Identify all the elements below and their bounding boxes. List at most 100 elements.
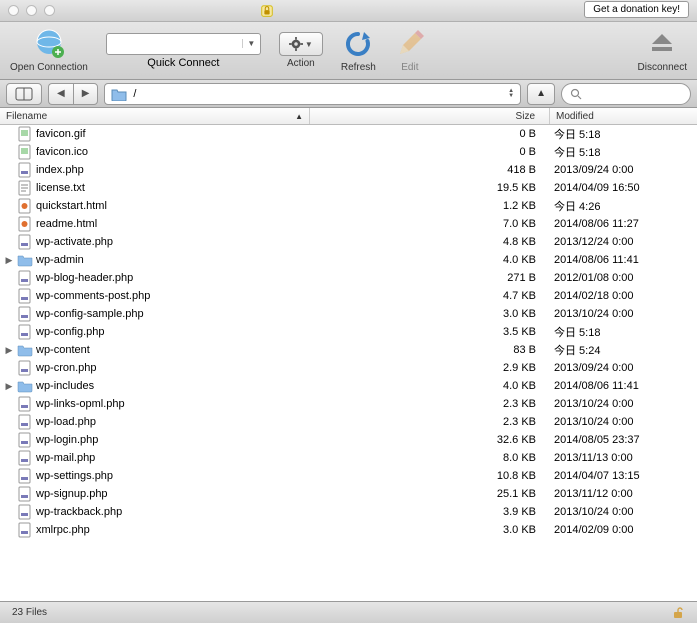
donation-key-button[interactable]: Get a donation key! [584, 1, 689, 18]
traffic-lights [8, 5, 55, 16]
column-header-size[interactable]: Size [310, 108, 550, 124]
file-row[interactable]: wp-activate.php4.8 KB2013/12/24 0:00 [0, 233, 697, 251]
file-name-label: wp-includes [36, 380, 94, 392]
file-modified-label: 2014/08/05 23:37 [550, 434, 697, 446]
quick-connect-dropdown-icon[interactable]: ▼ [242, 39, 260, 48]
file-type-icon [17, 162, 33, 178]
file-row[interactable]: ▶wp-content83 B今日 5:24 [0, 341, 697, 359]
file-size-label: 2.3 KB [310, 416, 550, 428]
file-name-label: wp-content [36, 344, 90, 356]
file-row[interactable]: license.txt19.5 KB2014/04/09 16:50 [0, 179, 697, 197]
file-modified-label: 2013/10/24 0:00 [550, 308, 697, 320]
file-row[interactable]: wp-settings.php10.8 KB2014/04/07 13:15 [0, 467, 697, 485]
file-modified-label: 2014/04/07 13:15 [550, 470, 697, 482]
file-size-label: 0 B [310, 146, 550, 158]
file-type-icon [17, 270, 33, 286]
file-row[interactable]: wp-comments-post.php4.7 KB2014/02/18 0:0… [0, 287, 697, 305]
edit-button[interactable]: Edit [394, 28, 426, 73]
file-modified-label: 2013/10/24 0:00 [550, 416, 697, 428]
minimize-window-button[interactable] [26, 5, 37, 16]
file-row[interactable]: wp-links-opml.php 2.3 KB2013/10/24 0:00 [0, 395, 697, 413]
quick-connect-label: Quick Connect [147, 57, 219, 69]
file-row[interactable]: ▶wp-admin4.0 KB2014/08/06 11:41 [0, 251, 697, 269]
file-size-label: 3.5 KB [310, 326, 550, 338]
file-type-icon [17, 414, 33, 430]
file-modified-label: 2013/10/24 0:00 [550, 398, 697, 410]
file-type-icon [17, 468, 33, 484]
file-name-label: wp-signup.php [36, 488, 108, 500]
file-row[interactable]: xmlrpc.php3.0 KB2014/02/09 0:00 [0, 521, 697, 539]
file-row[interactable]: wp-load.php 2.3 KB2013/10/24 0:00 [0, 413, 697, 431]
pencil-icon [394, 28, 426, 60]
file-row[interactable]: ▶wp-includes4.0 KB2014/08/06 11:41 [0, 377, 697, 395]
file-size-label: 3.0 KB [310, 308, 550, 320]
bookmarks-button[interactable] [6, 83, 42, 105]
quick-connect-group: ▼ Quick Connect [106, 33, 261, 69]
file-row[interactable]: wp-config.php3.5 KB今日 5:18 [0, 323, 697, 341]
path-combo[interactable]: / ▲▼ [104, 83, 521, 105]
nav-forward-button[interactable]: ▶ [73, 83, 99, 105]
file-row[interactable]: favicon.ico0 B今日 5:18 [0, 143, 697, 161]
open-connection-button[interactable]: Open Connection [10, 28, 88, 73]
column-header-modified[interactable]: Modified [550, 108, 697, 124]
file-size-label: 32.6 KB [310, 434, 550, 446]
globe-connect-icon [33, 28, 65, 60]
file-type-icon [17, 288, 33, 304]
file-row[interactable]: wp-trackback.php3.9 KB2013/10/24 0:00 [0, 503, 697, 521]
file-name-label: wp-cron.php [36, 362, 97, 374]
file-row[interactable]: readme.html7.0 KB2014/08/06 11:27 [0, 215, 697, 233]
quick-connect-input[interactable]: ▼ [106, 33, 261, 55]
file-modified-label: 2013/09/24 0:00 [550, 362, 697, 374]
zoom-window-button[interactable] [44, 5, 55, 16]
file-modified-label: 2013/11/12 0:00 [550, 488, 697, 500]
file-row[interactable]: wp-mail.php8.0 KB2013/11/13 0:00 [0, 449, 697, 467]
file-row[interactable]: index.php418 B2013/09/24 0:00 [0, 161, 697, 179]
disconnect-button[interactable]: Disconnect [638, 28, 687, 73]
file-row[interactable]: wp-blog-header.php271 B2012/01/08 0:00 [0, 269, 697, 287]
up-directory-button[interactable]: ▲ [527, 83, 555, 105]
file-name-label: wp-config-sample.php [36, 308, 144, 320]
file-type-icon [17, 252, 33, 268]
file-row[interactable]: quickstart.html1.2 KB今日 4:26 [0, 197, 697, 215]
file-modified-label: 今日 5:18 [550, 324, 697, 340]
file-name-label: wp-links-opml.php [36, 398, 125, 410]
file-modified-label: 今日 5:18 [550, 144, 697, 160]
file-size-label: 7.0 KB [310, 218, 550, 230]
file-type-icon [17, 216, 33, 232]
disclosure-triangle-icon[interactable]: ▶ [4, 345, 14, 356]
refresh-button[interactable]: Refresh [341, 28, 376, 73]
file-size-label: 2.3 KB [310, 398, 550, 410]
file-size-label: 0 B [310, 128, 550, 140]
file-modified-label: 2014/02/18 0:00 [550, 290, 697, 302]
search-input[interactable] [561, 83, 691, 105]
file-type-icon [17, 378, 33, 394]
file-modified-label: 2014/08/06 11:27 [550, 218, 697, 230]
file-row[interactable]: wp-cron.php 2.9 KB2013/09/24 0:00 [0, 359, 697, 377]
file-row[interactable]: favicon.gif0 B今日 5:18 [0, 125, 697, 143]
file-modified-label: 2014/08/06 11:41 [550, 254, 697, 266]
column-header-filename[interactable]: Filename ▲ [0, 108, 310, 124]
file-row[interactable]: wp-signup.php25.1 KB2013/11/12 0:00 [0, 485, 697, 503]
triangle-left-icon: ◀ [57, 88, 65, 99]
file-size-label: 2.9 KB [310, 362, 550, 374]
edit-label: Edit [401, 62, 418, 73]
disclosure-triangle-icon[interactable]: ▶ [4, 255, 14, 266]
file-type-icon [17, 396, 33, 412]
file-name-label: index.php [36, 164, 84, 176]
file-row[interactable]: wp-config-sample.php 3.0 KB2013/10/24 0:0… [0, 305, 697, 323]
file-modified-label: 2014/04/09 16:50 [550, 182, 697, 194]
file-name-label: quickstart.html [36, 200, 107, 212]
file-name-label: wp-settings.php [36, 470, 113, 482]
close-window-button[interactable] [8, 5, 19, 16]
file-modified-label: 2013/12/24 0:00 [550, 236, 697, 248]
disclosure-triangle-icon[interactable]: ▶ [4, 381, 14, 392]
file-type-icon [17, 360, 33, 376]
file-name-label: wp-load.php [36, 416, 96, 428]
file-list[interactable]: favicon.gif0 B今日 5:18favicon.ico0 B今日 5:… [0, 125, 697, 601]
file-row[interactable]: wp-login.php32.6 KB2014/08/05 23:37 [0, 431, 697, 449]
action-button[interactable]: ▼ Action [279, 32, 323, 69]
file-size-label: 8.0 KB [310, 452, 550, 464]
file-size-label: 3.0 KB [310, 524, 550, 536]
main-toolbar: Open Connection ▼ Quick Connect ▼ Action… [0, 22, 697, 80]
nav-back-button[interactable]: ◀ [48, 83, 73, 105]
